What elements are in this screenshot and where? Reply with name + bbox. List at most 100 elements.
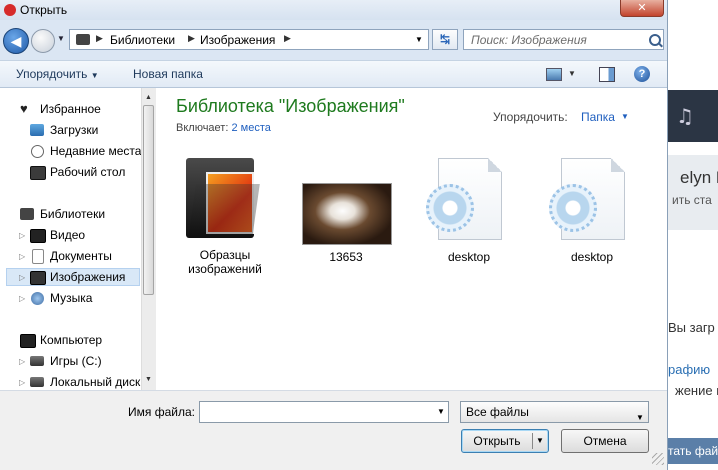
cancel-button[interactable]: Отмена xyxy=(561,429,649,453)
chevron-down-icon[interactable]: ▼ xyxy=(437,407,445,416)
chevron-right-icon[interactable]: ▷ xyxy=(19,353,25,371)
filename-input[interactable] xyxy=(199,401,449,423)
downloads-icon xyxy=(30,124,44,136)
open-button[interactable]: Открыть ▼ xyxy=(461,429,549,453)
nav-label: Музыка xyxy=(50,291,93,305)
nav-label: Игры (C:) xyxy=(50,354,102,368)
resize-grip[interactable] xyxy=(652,453,664,465)
recent-pages-dropdown[interactable]: ▼ xyxy=(57,34,65,43)
nav-label: Компьютер xyxy=(40,333,103,347)
background-text: Вы загр xyxy=(668,320,715,335)
favorites-icon: ♥ xyxy=(20,101,28,116)
breadcrumb-pictures[interactable]: Изображения xyxy=(200,33,275,47)
file-name: 13653 xyxy=(329,250,363,264)
chevron-down-icon[interactable]: ▼ xyxy=(621,112,629,121)
scroll-thumb[interactable] xyxy=(143,105,154,295)
nav-label: Изображения xyxy=(50,270,126,284)
drive-icon xyxy=(30,377,44,387)
file-name: desktop xyxy=(570,250,614,264)
search-icon[interactable] xyxy=(649,34,661,46)
locations-link[interactable]: 2 места xyxy=(231,122,270,134)
filetype-value: Все файлы xyxy=(466,405,529,419)
refresh-button[interactable]: ↹ xyxy=(432,29,458,50)
new-folder-button[interactable]: Новая папка xyxy=(133,67,203,81)
background-link[interactable]: рафию xyxy=(668,362,710,377)
search-placeholder: Поиск: Изображения xyxy=(471,33,587,47)
scroll-up-icon[interactable]: ▲ xyxy=(145,94,152,101)
drive-icon xyxy=(30,356,44,366)
libraries-icon xyxy=(20,208,34,220)
folder-icon xyxy=(186,154,262,240)
file-name-panel: Имя файла: ▼ Все файлы ▼ Открыть ▼ Отмен… xyxy=(0,390,667,470)
chevron-right-icon[interactable]: ▷ xyxy=(19,290,25,308)
chevron-right-icon[interactable]: ▶ xyxy=(188,33,195,44)
nav-scrollbar[interactable]: ▲ ▼ xyxy=(141,88,156,390)
open-file-dialog: Открыть ✕ ◀ ▼ ▶ Библиотеки ▶ Изображения… xyxy=(0,0,668,470)
arrange-by-dropdown[interactable]: Папка xyxy=(581,110,615,124)
music-icon xyxy=(31,292,44,305)
chevron-right-icon[interactable]: ▷ xyxy=(19,248,25,266)
background-upload-button[interactable]: тать фай xyxy=(668,438,718,464)
file-list-pane[interactable]: Библиотека "Изображения" Включает: 2 мес… xyxy=(156,88,667,390)
videos-icon xyxy=(30,229,46,243)
arrow-left-icon: ◀ xyxy=(10,33,22,49)
includes-label: Включает: xyxy=(176,122,229,134)
window-title: Открыть xyxy=(20,3,68,17)
nav-label: Библиотеки xyxy=(40,207,106,221)
change-view-icon[interactable] xyxy=(546,68,562,81)
nav-label: Недавние места xyxy=(50,144,142,158)
breadcrumb-libraries[interactable]: Библиотеки xyxy=(110,33,175,47)
organize-label: Упорядочить xyxy=(16,67,88,81)
nav-label: Локальный диск xyxy=(50,375,141,389)
library-includes: Включает: 2 места xyxy=(176,122,271,134)
command-bar: Упорядочить ▼ Новая папка ▼ ? xyxy=(0,60,667,88)
nav-label: Избранное xyxy=(40,102,101,116)
music-note-icon: ♫ xyxy=(676,104,694,128)
preview-pane-icon[interactable] xyxy=(599,67,615,82)
settings-file-icon xyxy=(549,158,629,248)
chevron-right-icon[interactable]: ▷ xyxy=(19,269,25,287)
file-item-desktop-ini[interactable]: desktop xyxy=(537,158,647,268)
chevron-right-icon[interactable]: ▶ xyxy=(284,33,291,44)
back-button[interactable]: ◀ xyxy=(3,28,29,54)
open-label: Открыть xyxy=(473,434,521,448)
background-text: ить ста xyxy=(672,193,712,207)
library-title: Библиотека "Изображения" xyxy=(176,96,405,116)
filename-label: Имя файла: xyxy=(128,405,195,419)
organize-button[interactable]: Упорядочить ▼ xyxy=(16,67,99,81)
search-input[interactable]: Поиск: Изображения xyxy=(463,29,664,50)
filetype-select[interactable]: Все файлы ▼ xyxy=(460,401,649,423)
chevron-down-icon[interactable]: ▼ xyxy=(536,430,544,452)
desktop-icon xyxy=(30,166,46,180)
file-name: Образцы изображений xyxy=(188,248,262,276)
navigation-pane: ♥ Избранное Загрузки Недавние места Рабо… xyxy=(0,88,156,390)
nav-label: Документы xyxy=(50,249,112,263)
scroll-down-icon[interactable]: ▼ xyxy=(145,376,152,383)
libraries-icon xyxy=(76,34,90,45)
chevron-right-icon[interactable]: ▶ xyxy=(96,33,103,44)
chevron-down-icon: ▼ xyxy=(636,413,644,422)
recent-places-icon xyxy=(31,145,44,158)
address-bar[interactable]: ▶ Библиотеки ▶ Изображения ▶ ▼ xyxy=(69,29,429,50)
chevron-down-icon[interactable]: ▼ xyxy=(415,35,423,44)
file-item-folder[interactable]: Образцы изображений xyxy=(170,154,280,284)
chevron-down-icon[interactable]: ▼ xyxy=(568,69,576,78)
nav-label: Загрузки xyxy=(50,123,99,137)
opera-logo-icon xyxy=(4,4,16,16)
chevron-right-icon[interactable]: ▷ xyxy=(19,374,25,390)
file-item-desktop-ini[interactable]: desktop xyxy=(414,158,524,268)
nav-label: Рабочий стол xyxy=(50,165,126,179)
background-text: жение в xyxy=(675,383,718,398)
pictures-icon xyxy=(30,271,46,285)
documents-icon xyxy=(32,249,44,264)
close-button[interactable]: ✕ xyxy=(620,0,664,17)
nav-pictures[interactable]: ▷ Изображения xyxy=(6,268,140,286)
file-name: desktop xyxy=(447,250,491,264)
forward-button[interactable] xyxy=(31,29,55,53)
refresh-icon: ↹ xyxy=(439,32,451,46)
help-icon[interactable]: ? xyxy=(634,66,650,82)
photo-thumbnail xyxy=(302,183,392,245)
nav-label: Видео xyxy=(50,228,86,242)
chevron-right-icon[interactable]: ▷ xyxy=(19,227,25,245)
title-bar[interactable]: Открыть ✕ xyxy=(0,0,667,20)
